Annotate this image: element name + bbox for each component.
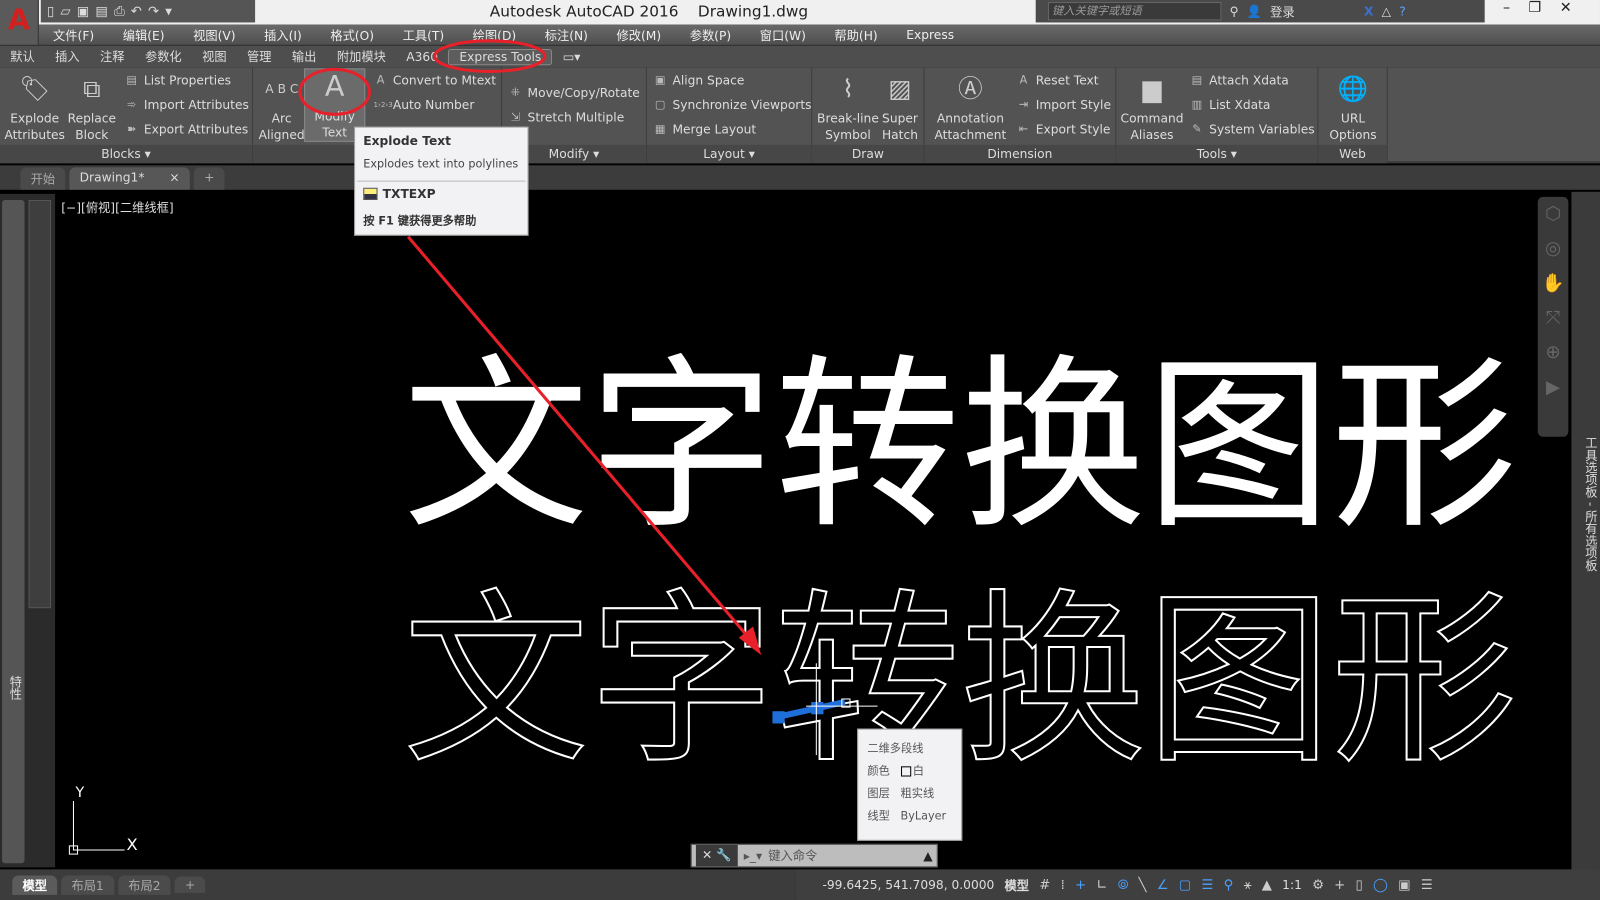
annotation-scale[interactable]: 1:1 (1282, 878, 1302, 892)
plus-icon[interactable]: + (1334, 877, 1345, 892)
infer-constraints-icon[interactable]: + (1075, 877, 1086, 892)
close-icon[interactable]: ✕ (702, 848, 712, 862)
highlight-modify-text (298, 67, 371, 116)
annotation-scale-icon[interactable]: ▲ (1262, 877, 1272, 892)
prompt-icon[interactable]: ▸_▾ (744, 848, 762, 862)
wrench-icon[interactable]: 🔧 (716, 848, 731, 862)
prop-color: 颜色 白 (867, 760, 952, 782)
layout-tabs: 模型 布局1 布局2 + (0, 869, 796, 900)
lineweight-icon[interactable]: ☰ (1202, 877, 1214, 892)
history-up-icon[interactable]: ▲ (923, 848, 937, 862)
ucs-y-label: Y (75, 785, 85, 801)
annotation-visibility-icon[interactable]: ⚲ (1224, 877, 1234, 892)
ortho-icon[interactable]: ∟ (1096, 877, 1107, 892)
autocad-window: A ▯ ▱ ▣ ▤ ⎙ ↶ ↷ ▾ Autodesk AutoCAD 2016 Drawing… (0, 0, 1600, 900)
tooltip-command: TXTEXP (363, 186, 436, 202)
status-bar: -99.6425, 541.7098, 0.0000 模型 # ⁞ + ∟ ⦾ … (795, 869, 1600, 900)
osnap-tracking-icon[interactable]: ∠ (1157, 877, 1169, 892)
units-icon[interactable]: ▯ (1356, 877, 1363, 892)
coordinates[interactable]: -99.6425, 541.7098, 0.0000 (822, 878, 994, 892)
color-swatch (900, 766, 911, 777)
command-icon (363, 187, 378, 200)
isodraft-icon[interactable]: ╲ (1139, 877, 1147, 892)
tooltip-description: Explodes text into polylines (363, 157, 519, 171)
object-type: 二维多段线 (867, 741, 924, 756)
tooltip-title: Explode Text (363, 133, 452, 148)
command-line: ✕ 🔧 ▸_▾ 键入命令 ▲ (690, 843, 938, 868)
snap-icon[interactable]: ⁞ (1061, 877, 1065, 892)
customize-menu-icon[interactable]: ☰ (1421, 877, 1433, 892)
prop-key: 图层 (867, 786, 890, 800)
workspace-gear-icon[interactable]: ⚙ (1312, 877, 1324, 892)
tooltip-command-name: TXTEXP (382, 186, 436, 202)
prop-key: 线型 (867, 809, 890, 823)
command-line-controls: ✕ 🔧 (695, 844, 738, 867)
add-layout-button[interactable]: + (174, 876, 206, 893)
highlight-express-tab (433, 39, 547, 73)
tab-model[interactable]: 模型 (12, 874, 58, 895)
grip[interactable] (772, 711, 785, 724)
tab-layout1[interactable]: 布局1 (61, 874, 114, 895)
prop-layer: 图层 粗实线 (867, 783, 952, 805)
solid-text: 文字转换图形 (403, 338, 1517, 554)
fullscreen-icon[interactable]: ▣ (1398, 877, 1411, 892)
quick-properties-tooltip: 二维多段线 颜色 白 图层 粗实线 线型 ByLayer (857, 728, 963, 841)
prop-value: ByLayer (900, 809, 947, 823)
polar-icon[interactable]: ⦾ (1118, 877, 1129, 892)
model-space-button[interactable]: 模型 (1005, 876, 1030, 893)
command-input[interactable]: 键入命令 (768, 847, 917, 864)
ucs-icon (72, 801, 125, 851)
ucs-x-label: X (127, 835, 138, 854)
isolate-icon[interactable]: ◯ (1373, 877, 1388, 892)
drawing-canvas[interactable]: 文字转换图形 文字转换图形 Y X (0, 0, 1600, 900)
prop-linetype: 线型 ByLayer (867, 805, 952, 827)
osnap-icon[interactable]: ▢ (1179, 877, 1192, 892)
prop-value: 白 (912, 764, 924, 778)
prop-value: 粗实线 (900, 786, 935, 800)
autoscale-icon[interactable]: ⚹ (1244, 877, 1252, 892)
grid-icon[interactable]: # (1039, 877, 1050, 892)
prop-key: 颜色 (867, 764, 890, 778)
tab-layout2[interactable]: 布局2 (118, 874, 171, 895)
tooltip: Explode Text Explodes text into polyline… (354, 126, 529, 236)
tooltip-divider (357, 180, 526, 182)
tooltip-help: 按 F1 键获得更多帮助 (363, 214, 477, 228)
grip[interactable] (811, 702, 824, 715)
